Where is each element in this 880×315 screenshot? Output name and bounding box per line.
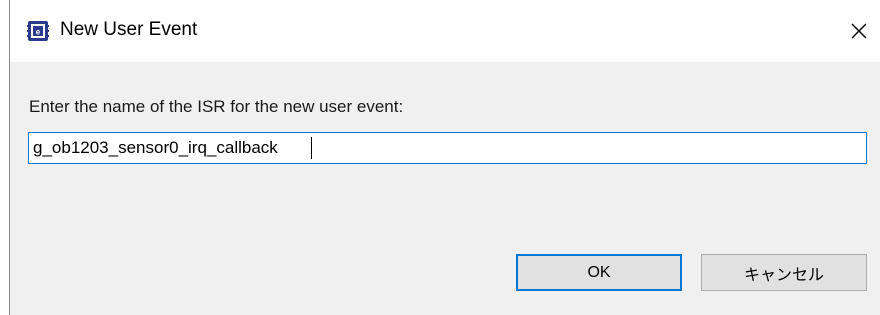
text-caret bbox=[311, 137, 312, 159]
new-user-event-dialog: e New User Event Enter the name of the I… bbox=[0, 0, 880, 315]
app-chip-icon: e bbox=[27, 21, 49, 41]
window-left-edge bbox=[0, 0, 9, 315]
cancel-button[interactable]: キャンセル bbox=[701, 254, 867, 291]
ok-button[interactable]: OK bbox=[516, 254, 682, 291]
window-title: New User Event bbox=[60, 19, 198, 40]
isr-name-input[interactable] bbox=[28, 132, 867, 164]
close-icon[interactable] bbox=[844, 16, 874, 46]
title-bar[interactable]: e New User Event bbox=[10, 0, 880, 62]
svg-text:e: e bbox=[36, 28, 41, 37]
isr-name-prompt: Enter the name of the ISR for the new us… bbox=[29, 97, 404, 116]
